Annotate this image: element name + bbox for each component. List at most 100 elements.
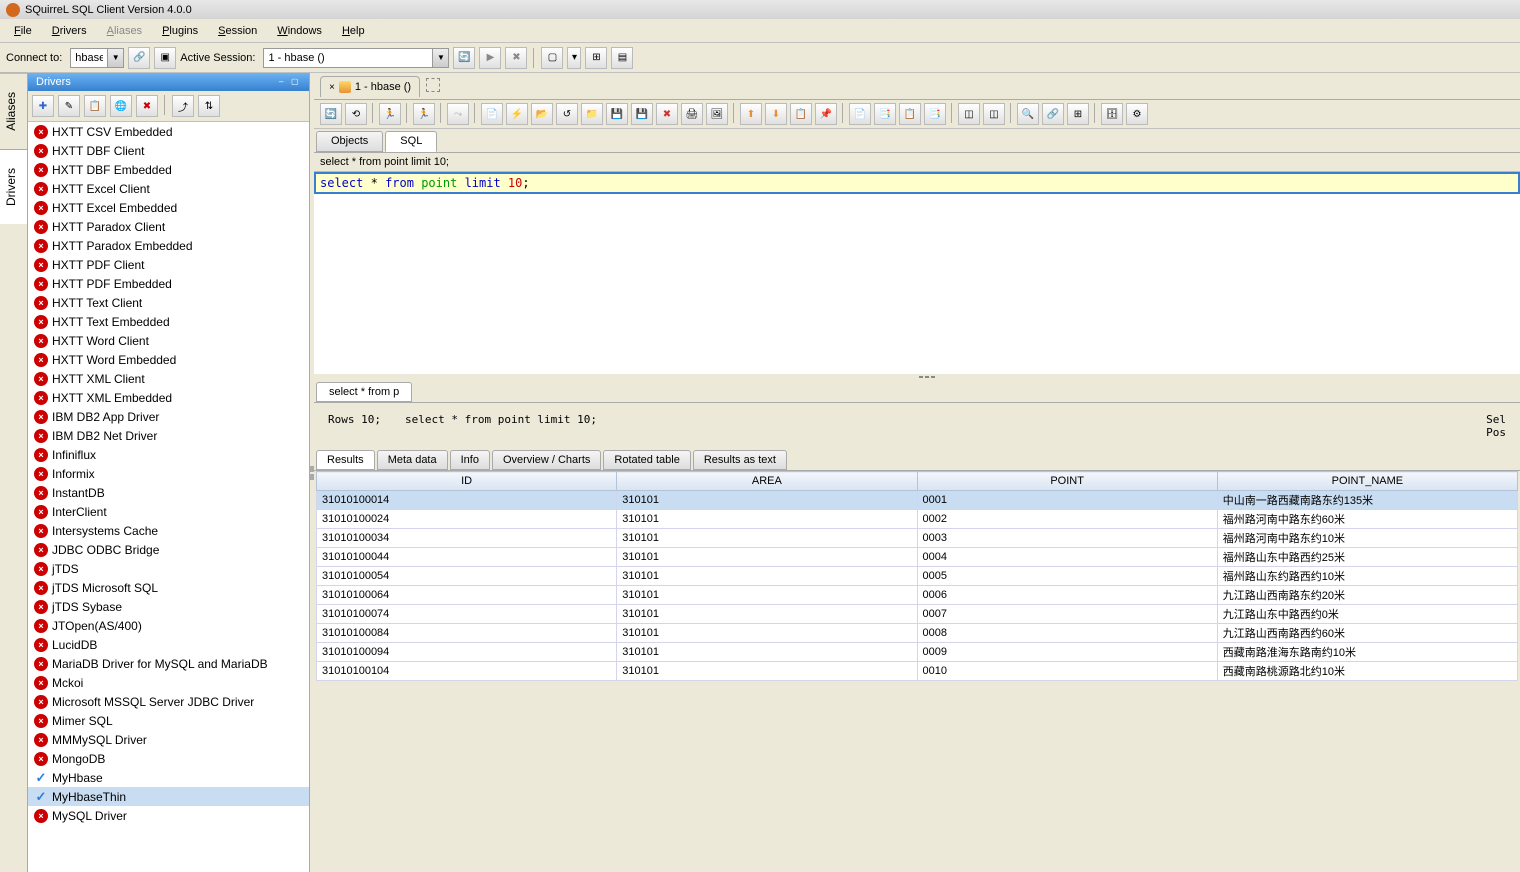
table-row[interactable]: 310101000643101010006九江路山西南路东约20米 (317, 586, 1518, 605)
driver-item[interactable]: ×HXTT CSV Embedded (28, 122, 309, 141)
driver-item[interactable]: ×JTOpen(AS/400) (28, 616, 309, 635)
new-session-button[interactable]: ▣ (154, 47, 176, 69)
dbtree-icon[interactable]: 🗄 (1101, 103, 1123, 125)
driver-item[interactable]: ×HXTT Text Client (28, 293, 309, 312)
table-row[interactable]: 310101000243101010002福州路河南中路东约60米 (317, 510, 1518, 529)
table-cell[interactable]: 310101 (617, 548, 917, 567)
sort-button[interactable]: ⇅ (198, 95, 220, 117)
driver-item[interactable]: ×HXTT PDF Embedded (28, 274, 309, 293)
globe-button[interactable]: 🌐 (110, 95, 132, 117)
driver-item[interactable]: ×HXTT Excel Embedded (28, 198, 309, 217)
driver-item[interactable]: ×HXTT Paradox Client (28, 217, 309, 236)
table-cell[interactable]: 310101 (617, 510, 917, 529)
connect-input[interactable] (71, 49, 107, 67)
table-cell[interactable]: 中山南一路西藏南路东约135米 (1217, 491, 1517, 510)
run-sql-icon[interactable]: 🏃 (379, 103, 401, 125)
sql-history-combo[interactable]: select * from point limit 10; (314, 153, 1520, 172)
driver-item[interactable]: ×MySQL Driver (28, 806, 309, 825)
connect-combo[interactable]: ▼ (70, 48, 124, 68)
new-tab-icon[interactable] (426, 78, 440, 92)
table-row[interactable]: 310101000743101010007九江路山东中路西约0米 (317, 605, 1518, 624)
table-row[interactable]: 310101000443101010004福州路山东中路西约25米 (317, 548, 1518, 567)
session-tab[interactable]: × 1 - hbase () (320, 76, 420, 97)
edit-driver-button[interactable]: ✎ (58, 95, 80, 117)
driver-item[interactable]: ×MMMySQL Driver (28, 730, 309, 749)
table-cell[interactable]: 310101 (617, 605, 917, 624)
driver-item[interactable]: ×MariaDB Driver for MySQL and MariaDB (28, 654, 309, 673)
table-row[interactable]: 310101000943101010009西藏南路淮海东路南约10米 (317, 643, 1518, 662)
revert-icon[interactable]: ↺ (556, 103, 578, 125)
driver-item[interactable]: ×Mckoi (28, 673, 309, 692)
close-tab-icon[interactable]: × (329, 82, 335, 93)
table-cell[interactable]: 福州路河南中路东约60米 (1217, 510, 1517, 529)
table-cell[interactable]: 31010100024 (317, 510, 617, 529)
table-cell[interactable]: 310101 (617, 491, 917, 510)
copy4-icon[interactable]: 📑 (924, 103, 946, 125)
table-cell[interactable]: 九江路山东中路西约0米 (1217, 605, 1517, 624)
saveas-icon[interactable]: 💾 (631, 103, 653, 125)
history-icon[interactable]: 📋 (790, 103, 812, 125)
result-subtab-results[interactable]: Results (316, 450, 375, 470)
driver-item[interactable]: ×Mimer SQL (28, 711, 309, 730)
menu-drivers[interactable]: Drivers (42, 22, 97, 40)
save-icon[interactable]: 💾 (606, 103, 628, 125)
driver-item[interactable]: ×HXTT Text Embedded (28, 312, 309, 331)
driver-item[interactable]: ×HXTT XML Client (28, 369, 309, 388)
stop-button[interactable]: ✖ (505, 47, 527, 69)
driver-item[interactable]: ×JDBC ODBC Bridge (28, 540, 309, 559)
driver-item[interactable]: ×Microsoft MSSQL Server JDBC Driver (28, 692, 309, 711)
refresh-button[interactable]: 🔄 (453, 47, 475, 69)
table-row[interactable]: 310101000143101010001中山南一路西藏南路东约135米 (317, 491, 1518, 510)
driver-item[interactable]: ×IBM DB2 Net Driver (28, 426, 309, 445)
column-header[interactable]: ID (317, 472, 617, 491)
copy2-icon[interactable]: 📑 (874, 103, 896, 125)
tool-b-icon[interactable]: ◫ (983, 103, 1005, 125)
table-cell[interactable]: 0001 (917, 491, 1217, 510)
run-button[interactable]: ▶ (479, 47, 501, 69)
folder-icon[interactable]: 📁 (581, 103, 603, 125)
driver-item[interactable]: ×LucidDB (28, 635, 309, 654)
table-cell[interactable]: 西藏南路桃源路北约10米 (1217, 662, 1517, 681)
driver-item[interactable]: ×MongoDB (28, 749, 309, 768)
settings-icon[interactable]: ⚙ (1126, 103, 1148, 125)
driver-item[interactable]: ×HXTT Excel Client (28, 179, 309, 198)
drivers-list[interactable]: ×HXTT CSV Embedded×HXTT DBF Client×HXTT … (28, 122, 309, 872)
wand-icon[interactable]: ⚡ (506, 103, 528, 125)
table-cell[interactable]: 31010100084 (317, 624, 617, 643)
layout-button[interactable]: ▢ (541, 47, 563, 69)
next-icon[interactable]: ⬇ (765, 103, 787, 125)
minimize-icon[interactable]: – (279, 77, 289, 87)
dropdown-icon[interactable]: ▾ (567, 47, 581, 69)
table-cell[interactable]: 310101 (617, 643, 917, 662)
driver-item[interactable]: ×IBM DB2 App Driver (28, 407, 309, 426)
menu-help[interactable]: Help (332, 22, 375, 40)
table-cell[interactable]: 九江路山西南路东约20米 (1217, 586, 1517, 605)
image-icon[interactable]: 🖼 (706, 103, 728, 125)
clear-icon[interactable]: ✖ (656, 103, 678, 125)
table-cell[interactable]: 31010100014 (317, 491, 617, 510)
bookmark-icon[interactable]: 📌 (815, 103, 837, 125)
result-subtab-results-as-text[interactable]: Results as text (693, 450, 787, 470)
driver-item[interactable]: ×jTDS Microsoft SQL (28, 578, 309, 597)
run-all-icon[interactable]: 🏃 (413, 103, 435, 125)
table-cell[interactable]: 福州路山东中路西约25米 (1217, 548, 1517, 567)
dropdown-arrow-icon[interactable]: ▼ (432, 49, 448, 67)
table-cell[interactable]: 九江路山西南路西约60米 (1217, 624, 1517, 643)
append-icon[interactable]: ⤳ (447, 103, 469, 125)
copy-driver-button[interactable]: 📋 (84, 95, 106, 117)
driver-item[interactable]: ×jTDS Sybase (28, 597, 309, 616)
sql-tab[interactable]: SQL (385, 131, 437, 152)
driver-item[interactable]: ×Infiniflux (28, 445, 309, 464)
table-cell[interactable]: 31010100064 (317, 586, 617, 605)
refresh-icon[interactable]: 🔄 (320, 103, 342, 125)
table-cell[interactable]: 福州路山东约路西约10米 (1217, 567, 1517, 586)
table-row[interactable]: 310101000343101010003福州路河南中路东约10米 (317, 529, 1518, 548)
table-cell[interactable]: 0010 (917, 662, 1217, 681)
zoom-icon[interactable]: 🔍 (1017, 103, 1039, 125)
session-combo[interactable]: ▼ (263, 48, 449, 68)
table-cell[interactable]: 310101 (617, 586, 917, 605)
drivers-vert-tab[interactable]: Drivers (0, 149, 27, 224)
session-input[interactable] (264, 49, 432, 67)
driver-item[interactable]: ✓MyHbase (28, 768, 309, 787)
table-cell[interactable]: 0005 (917, 567, 1217, 586)
